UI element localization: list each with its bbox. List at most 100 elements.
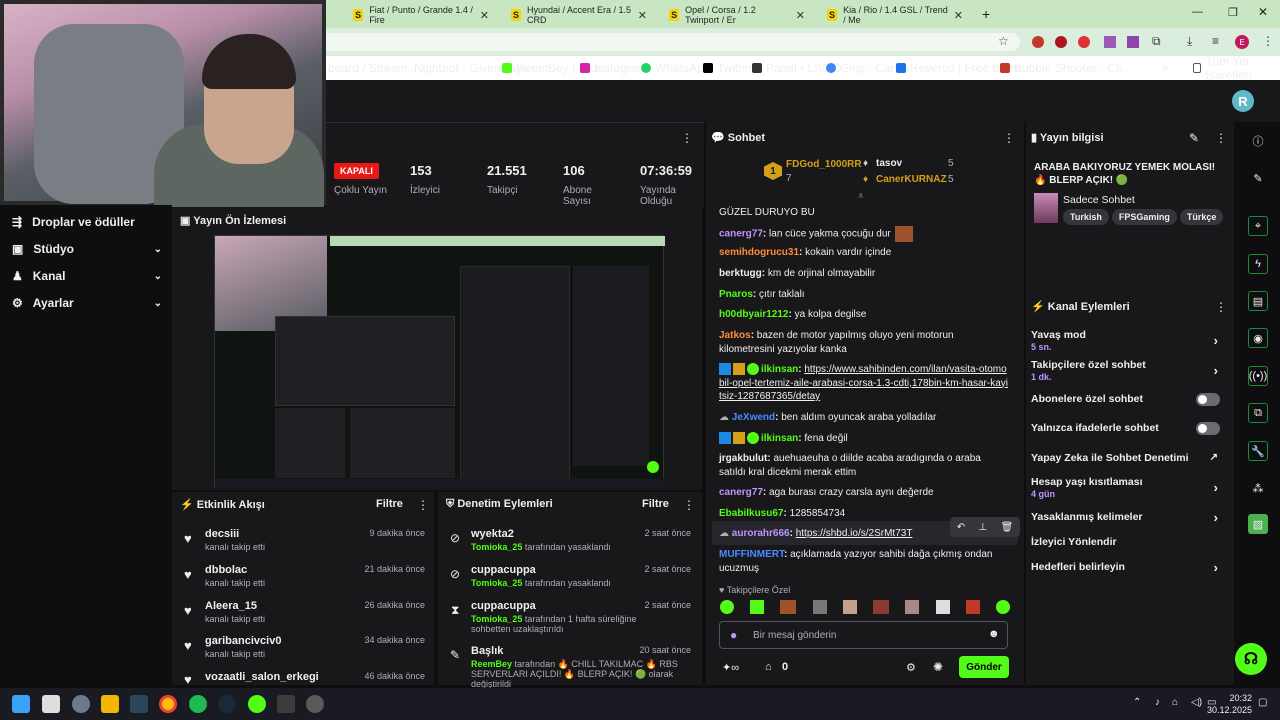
emote-icon[interactable] — [905, 600, 920, 614]
action-account-age[interactable]: Hesap yaşı kısıtlaması 4 gün › — [1031, 476, 1226, 499]
message-user[interactable]: ilkinsan — [761, 364, 798, 375]
broadcast-icon[interactable]: ((•)) — [1248, 366, 1268, 386]
moderator-name[interactable]: ReemBey — [471, 659, 512, 669]
task-view-icon[interactable] — [42, 695, 60, 713]
all-bookmarks[interactable]: Tüm Yer İşaretleri — [1193, 54, 1280, 82]
more-icon[interactable]: ⋮ — [1215, 300, 1227, 314]
browser-tab[interactable]: S Hyundai / Accent Era / 1.5 CRD ✕ — [503, 4, 655, 26]
emote-icon[interactable] — [873, 600, 890, 614]
extension-icon[interactable] — [1104, 36, 1116, 48]
settings-app-icon[interactable] — [72, 695, 90, 713]
emoji-icon[interactable]: ☻ — [988, 628, 1000, 640]
message-user[interactable]: jrgakbulut — [719, 453, 767, 464]
stream-preview-video[interactable] — [214, 235, 665, 487]
clock-date[interactable]: 30.12.2025 — [1206, 705, 1252, 715]
sidebar-item-channel[interactable]: ♟ Kanal ⌄ — [12, 269, 162, 283]
message-user[interactable]: MUFFINMERT — [719, 549, 784, 560]
more-icon[interactable]: ⋮ — [681, 131, 693, 145]
emote-picker-icon[interactable]: ✺ — [933, 660, 943, 674]
extension-icon[interactable] — [1032, 36, 1044, 48]
obs-icon[interactable] — [306, 695, 324, 713]
copy-icon[interactable]: ⧉ — [1248, 403, 1268, 423]
wrench-icon[interactable]: 🔧 — [1248, 441, 1268, 461]
file-explorer-icon[interactable] — [101, 695, 119, 713]
browser-tab[interactable]: S Fiat / Punto / Grande 1.4 / Fire ✕ — [345, 4, 497, 26]
message-link[interactable]: https://shbd.io/s/2SrMt73T — [796, 528, 913, 539]
extension-icon[interactable] — [1127, 36, 1139, 48]
message-user[interactable]: Jatkos — [719, 330, 751, 341]
sidebar-item-drops[interactable]: ⇶ Droplar ve ödüller — [12, 215, 162, 229]
url-input[interactable] — [320, 33, 1020, 51]
more-icon[interactable]: ⋮ — [417, 498, 429, 512]
leader-name[interactable]: FDGod_1000RR — [786, 159, 862, 170]
reply-icon[interactable]: ↶ — [957, 522, 965, 533]
delete-icon[interactable]: 🗑 — [1001, 522, 1014, 533]
moderator-name[interactable]: Tomioka_25 — [471, 542, 522, 552]
moderator-name[interactable]: Tomioka_25 — [471, 578, 522, 588]
image-icon[interactable]: ▨ — [1248, 514, 1268, 534]
category-thumbnail[interactable] — [1034, 193, 1058, 223]
mic-icon[interactable]: ● — [730, 628, 737, 642]
message-user[interactable]: Ebabilkusu67 — [719, 508, 783, 519]
emote-icon[interactable] — [812, 600, 827, 614]
more-bookmarks[interactable]: » — [1162, 60, 1169, 76]
message-user[interactable]: semihdogrucu31 — [719, 247, 799, 258]
sidebar-item-settings[interactable]: ⚙ Ayarlar ⌄ — [12, 296, 162, 310]
download-icon[interactable]: ⤓ — [1187, 34, 1192, 49]
star-icon[interactable]: ☆ — [998, 34, 1009, 48]
notifications-icon[interactable]: ▢ — [1258, 697, 1267, 708]
mic-tray-icon[interactable]: ♪ — [1155, 697, 1160, 708]
lightning-icon[interactable]: ϟ — [1248, 254, 1268, 274]
category-name[interactable]: Sadece Sohbet — [1063, 194, 1135, 206]
document-icon[interactable]: ▤ — [1248, 291, 1268, 311]
minimize-icon[interactable]: — — [1192, 6, 1203, 18]
kick-app-icon[interactable] — [248, 695, 266, 713]
action-raid[interactable]: İzleyici Yönlendir — [1031, 536, 1226, 548]
clip-icon[interactable]: ⌖ — [1248, 216, 1268, 236]
points-icon[interactable]: ✦∞ — [722, 661, 739, 674]
bookmark[interactable]: board / Stream... — [328, 60, 417, 76]
pin-icon[interactable]: ⊥ — [978, 522, 987, 533]
shapes-icon[interactable]: ⁂ — [1248, 478, 1268, 498]
action-followers-only[interactable]: Takipçilere özel sohbet 1 dk. › — [1031, 359, 1226, 382]
emote-icon[interactable] — [720, 600, 734, 614]
more-icon[interactable]: ⋮ — [683, 498, 695, 512]
close-window-icon[interactable]: ✕ — [1258, 5, 1268, 19]
action-banned-words[interactable]: Yasaklanmış kelimeler › — [1031, 510, 1226, 525]
emote-icon[interactable] — [995, 600, 1010, 614]
sidebar-item-studio[interactable]: ▣ Stüdyo ⌄ — [12, 242, 162, 256]
message-user[interactable]: canerg77 — [719, 487, 763, 498]
info-icon[interactable]: ⓘ — [1248, 131, 1268, 151]
volume-icon[interactable]: ◁) — [1191, 697, 1202, 708]
message-user[interactable]: aurorahr666 — [732, 528, 790, 539]
multistream-label[interactable]: Çoklu Yayın — [334, 185, 404, 196]
close-icon[interactable]: ✕ — [480, 9, 489, 22]
new-tab-icon[interactable]: + — [982, 6, 990, 22]
tray-chevron-icon[interactable]: ⌃ — [1133, 697, 1141, 708]
message-user[interactable]: Pnaros — [719, 289, 753, 300]
moderator-name[interactable]: Tomioka_25 — [471, 614, 522, 624]
windows-start-icon[interactable] — [12, 695, 30, 713]
profile-avatar[interactable]: E — [1235, 35, 1249, 49]
bookmark[interactable]: WhatsApp — [641, 60, 710, 76]
browser-tab[interactable]: S Opel / Corsa / 1.2 Twinport / Er ✕ — [661, 4, 813, 26]
leader-name[interactable]: CanerKURNAZ — [876, 174, 947, 185]
menu-icon[interactable]: ⋮ — [1262, 34, 1274, 48]
tag[interactable]: FPSGaming — [1111, 209, 1177, 225]
close-icon[interactable]: ✕ — [796, 9, 805, 22]
subs-only-toggle[interactable] — [1196, 393, 1220, 406]
close-icon[interactable]: ✕ — [638, 9, 647, 22]
support-button[interactable]: ☊ — [1235, 643, 1267, 675]
puzzle-icon[interactable]: ⧉ — [1152, 34, 1161, 49]
emote-icon[interactable] — [750, 600, 765, 614]
edit-icon[interactable]: ✎ — [1189, 131, 1199, 145]
action-slow-mode[interactable]: Yavaş mod 5 sn. › — [1031, 329, 1226, 352]
send-button[interactable]: Gönder — [959, 656, 1009, 678]
bookmark[interactable]: Twitter — [703, 60, 752, 76]
xbox-icon[interactable] — [277, 695, 295, 713]
app-logo-icon[interactable]: R — [1232, 90, 1254, 112]
activity-filter-button[interactable]: Filtre — [376, 498, 403, 510]
edit-icon[interactable]: ✎ — [1248, 168, 1268, 188]
gear-icon[interactable]: ⚙ — [906, 661, 916, 674]
spotify-icon[interactable] — [189, 695, 207, 713]
